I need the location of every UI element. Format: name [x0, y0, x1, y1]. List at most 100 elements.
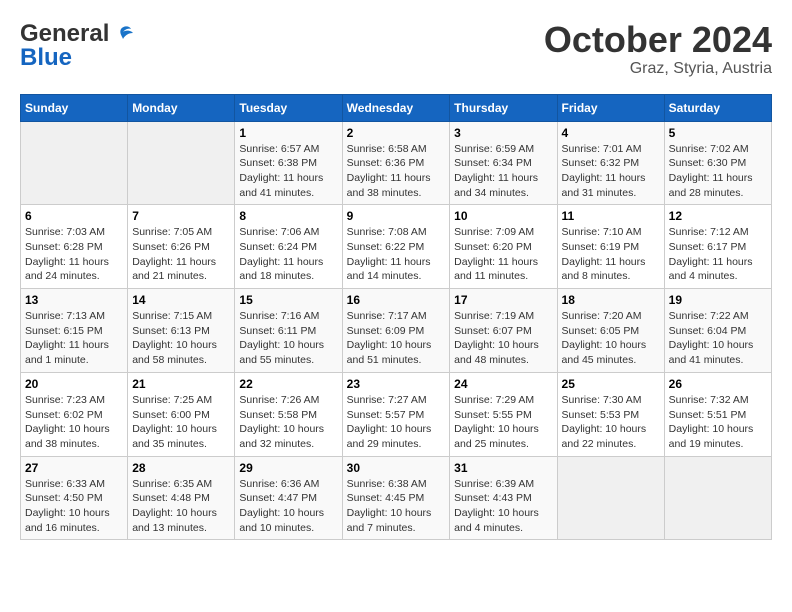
day-number: 21 — [132, 377, 230, 391]
day-detail: Sunrise: 7:03 AMSunset: 6:28 PMDaylight:… — [25, 225, 123, 284]
day-detail: Sunrise: 7:23 AMSunset: 6:02 PMDaylight:… — [25, 393, 123, 452]
day-number: 10 — [454, 209, 552, 223]
calendar-cell: 22 Sunrise: 7:26 AMSunset: 5:58 PMDayligh… — [235, 372, 342, 456]
day-detail: Sunrise: 7:02 AMSunset: 6:30 PMDaylight:… — [669, 142, 767, 201]
calendar-cell: 14 Sunrise: 7:15 AMSunset: 6:13 PMDayligh… — [128, 289, 235, 373]
day-number: 19 — [669, 293, 767, 307]
title-block: October 2024 Graz, Styria, Austria — [544, 20, 772, 78]
day-number: 1 — [239, 126, 337, 140]
weekday-header: Thursday — [450, 94, 557, 121]
calendar-cell — [557, 456, 664, 540]
calendar-week-row: 27 Sunrise: 6:33 AMSunset: 4:50 PMDayligh… — [21, 456, 772, 540]
day-detail: Sunrise: 7:26 AMSunset: 5:58 PMDaylight:… — [239, 393, 337, 452]
day-detail: Sunrise: 7:30 AMSunset: 5:53 PMDaylight:… — [562, 393, 660, 452]
weekday-header: Sunday — [21, 94, 128, 121]
day-number: 27 — [25, 461, 123, 475]
calendar-cell: 5 Sunrise: 7:02 AMSunset: 6:30 PMDaylight… — [664, 121, 771, 205]
calendar-cell: 12Sunrise: 7:12 AMSunset: 6:17 PMDayligh… — [664, 205, 771, 289]
day-detail: Sunrise: 7:13 AMSunset: 6:15 PMDaylight:… — [25, 309, 123, 368]
day-detail: Sunrise: 7:17 AMSunset: 6:09 PMDaylight:… — [347, 309, 446, 368]
calendar-cell: 28 Sunrise: 6:35 AMSunset: 4:48 PMDayligh… — [128, 456, 235, 540]
day-detail: Sunrise: 6:38 AMSunset: 4:45 PMDaylight:… — [347, 477, 446, 536]
weekday-header: Tuesday — [235, 94, 342, 121]
calendar-cell: 6 Sunrise: 7:03 AMSunset: 6:28 PMDaylight… — [21, 205, 128, 289]
day-number: 14 — [132, 293, 230, 307]
day-number: 12 — [669, 209, 767, 223]
weekday-header: Friday — [557, 94, 664, 121]
day-detail: Sunrise: 7:10 AMSunset: 6:19 PMDaylight:… — [562, 225, 660, 284]
weekday-header-row: SundayMondayTuesdayWednesdayThursdayFrid… — [21, 94, 772, 121]
day-detail: Sunrise: 6:39 AMSunset: 4:43 PMDaylight:… — [454, 477, 552, 536]
logo: General Blue — [20, 20, 133, 72]
day-number: 16 — [347, 293, 446, 307]
day-number: 17 — [454, 293, 552, 307]
calendar-week-row: 6 Sunrise: 7:03 AMSunset: 6:28 PMDaylight… — [21, 205, 772, 289]
calendar-cell: 2Sunrise: 6:58 AMSunset: 6:36 PMDaylight… — [342, 121, 450, 205]
calendar-cell: 7 Sunrise: 7:05 AMSunset: 6:26 PMDaylight… — [128, 205, 235, 289]
calendar-cell: 25Sunrise: 7:30 AMSunset: 5:53 PMDayligh… — [557, 372, 664, 456]
calendar-cell — [21, 121, 128, 205]
day-number: 5 — [669, 126, 767, 140]
day-number: 7 — [132, 209, 230, 223]
calendar-cell: 27 Sunrise: 6:33 AMSunset: 4:50 PMDayligh… — [21, 456, 128, 540]
day-number: 30 — [347, 461, 446, 475]
day-detail: Sunrise: 7:08 AMSunset: 6:22 PMDaylight:… — [347, 225, 446, 284]
day-number: 29 — [239, 461, 337, 475]
day-detail: Sunrise: 7:01 AMSunset: 6:32 PMDaylight:… — [562, 142, 660, 201]
logo-blue: Blue — [20, 44, 72, 72]
day-number: 2 — [347, 126, 446, 140]
day-detail: Sunrise: 7:06 AMSunset: 6:24 PMDaylight:… — [239, 225, 337, 284]
calendar-cell: 17 Sunrise: 7:19 AMSunset: 6:07 PMDayligh… — [450, 289, 557, 373]
calendar-table: SundayMondayTuesdayWednesdayThursdayFrid… — [20, 94, 772, 541]
calendar-cell: 23 Sunrise: 7:27 AMSunset: 5:57 PMDayligh… — [342, 372, 450, 456]
calendar-cell: 1Sunrise: 6:57 AMSunset: 6:38 PMDaylight… — [235, 121, 342, 205]
day-number: 26 — [669, 377, 767, 391]
calendar-cell: 16 Sunrise: 7:17 AMSunset: 6:09 PMDayligh… — [342, 289, 450, 373]
day-number: 22 — [239, 377, 337, 391]
weekday-header: Wednesday — [342, 94, 450, 121]
day-number: 15 — [239, 293, 337, 307]
day-number: 11 — [562, 209, 660, 223]
location-subtitle: Graz, Styria, Austria — [544, 60, 772, 78]
calendar-cell: 19 Sunrise: 7:22 AMSunset: 6:04 PMDayligh… — [664, 289, 771, 373]
calendar-cell: 10 Sunrise: 7:09 AMSunset: 6:20 PMDayligh… — [450, 205, 557, 289]
calendar-cell: 11 Sunrise: 7:10 AMSunset: 6:19 PMDayligh… — [557, 205, 664, 289]
day-number: 24 — [454, 377, 552, 391]
day-detail: Sunrise: 7:15 AMSunset: 6:13 PMDaylight:… — [132, 309, 230, 368]
day-number: 28 — [132, 461, 230, 475]
calendar-cell: 31Sunrise: 6:39 AMSunset: 4:43 PMDayligh… — [450, 456, 557, 540]
day-detail: Sunrise: 6:59 AMSunset: 6:34 PMDaylight:… — [454, 142, 552, 201]
day-detail: Sunrise: 7:16 AMSunset: 6:11 PMDaylight:… — [239, 309, 337, 368]
day-detail: Sunrise: 7:22 AMSunset: 6:04 PMDaylight:… — [669, 309, 767, 368]
day-number: 6 — [25, 209, 123, 223]
calendar-cell — [128, 121, 235, 205]
calendar-cell: 8 Sunrise: 7:06 AMSunset: 6:24 PMDaylight… — [235, 205, 342, 289]
calendar-cell: 3Sunrise: 6:59 AMSunset: 6:34 PMDaylight… — [450, 121, 557, 205]
day-number: 23 — [347, 377, 446, 391]
day-detail: Sunrise: 7:25 AMSunset: 6:00 PMDaylight:… — [132, 393, 230, 452]
day-number: 8 — [239, 209, 337, 223]
calendar-cell: 4 Sunrise: 7:01 AMSunset: 6:32 PMDaylight… — [557, 121, 664, 205]
calendar-cell: 21 Sunrise: 7:25 AMSunset: 6:00 PMDayligh… — [128, 372, 235, 456]
day-number: 4 — [562, 126, 660, 140]
day-detail: Sunrise: 6:35 AMSunset: 4:48 PMDaylight:… — [132, 477, 230, 536]
calendar-cell: 26 Sunrise: 7:32 AMSunset: 5:51 PMDayligh… — [664, 372, 771, 456]
day-number: 13 — [25, 293, 123, 307]
day-detail: Sunrise: 7:29 AMSunset: 5:55 PMDaylight:… — [454, 393, 552, 452]
day-detail: Sunrise: 7:27 AMSunset: 5:57 PMDaylight:… — [347, 393, 446, 452]
day-detail: Sunrise: 7:20 AMSunset: 6:05 PMDaylight:… — [562, 309, 660, 368]
calendar-cell: 9 Sunrise: 7:08 AMSunset: 6:22 PMDaylight… — [342, 205, 450, 289]
day-detail: Sunrise: 7:19 AMSunset: 6:07 PMDaylight:… — [454, 309, 552, 368]
day-detail: Sunrise: 7:05 AMSunset: 6:26 PMDaylight:… — [132, 225, 230, 284]
day-detail: Sunrise: 6:33 AMSunset: 4:50 PMDaylight:… — [25, 477, 123, 536]
weekday-header: Monday — [128, 94, 235, 121]
day-number: 9 — [347, 209, 446, 223]
month-title: October 2024 — [544, 20, 772, 60]
day-detail: Sunrise: 7:09 AMSunset: 6:20 PMDaylight:… — [454, 225, 552, 284]
calendar-week-row: 20 Sunrise: 7:23 AMSunset: 6:02 PMDayligh… — [21, 372, 772, 456]
day-detail: Sunrise: 7:32 AMSunset: 5:51 PMDaylight:… — [669, 393, 767, 452]
calendar-cell: 13 Sunrise: 7:13 AMSunset: 6:15 PMDayligh… — [21, 289, 128, 373]
weekday-header: Saturday — [664, 94, 771, 121]
day-number: 20 — [25, 377, 123, 391]
calendar-cell — [664, 456, 771, 540]
